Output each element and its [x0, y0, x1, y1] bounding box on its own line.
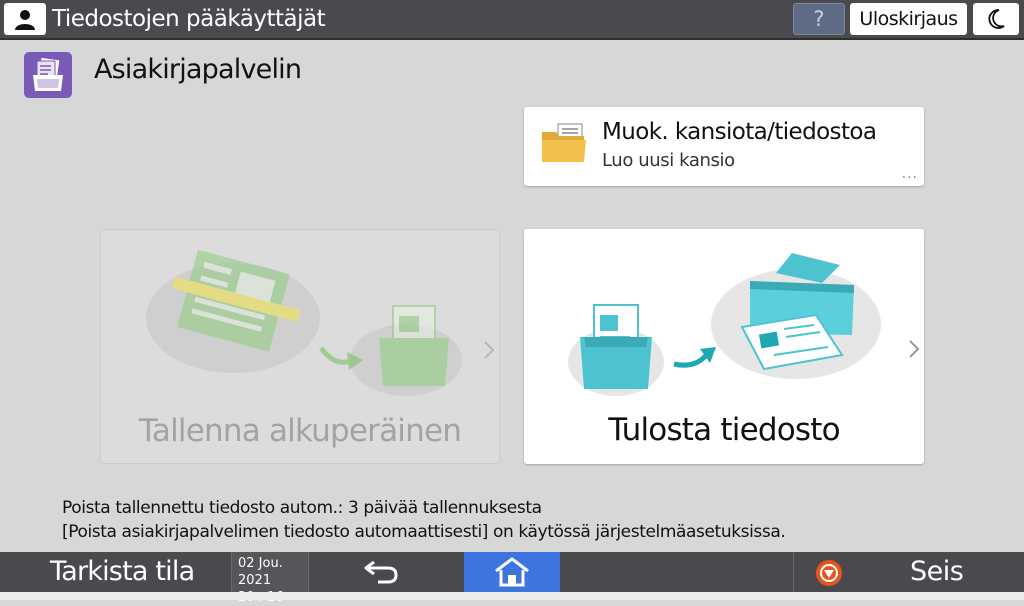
home-button[interactable] — [464, 552, 560, 592]
notice-line-2: [Poista asiakirjapalvelimen tiedosto aut… — [62, 522, 786, 542]
document-stack-icon — [33, 57, 63, 91]
store-original-label: Tallenna alkuperäinen — [138, 413, 462, 449]
print-file-tile[interactable]: Tulosta tiedosto — [524, 229, 924, 464]
chevron-right-icon — [484, 341, 495, 359]
night-mode-button[interactable] — [973, 3, 1019, 35]
store-original-tile[interactable]: Tallenna alkuperäinen — [100, 229, 500, 464]
edit-folder-title: Muok. kansiota/tiedostoa — [602, 119, 877, 145]
date-time-display: 02 Jou. 2021 20 : 16 — [231, 552, 309, 605]
edit-folder-subtitle: Luo uusi kansio — [602, 150, 735, 171]
folder-icon — [542, 123, 586, 162]
chevron-right-icon — [909, 340, 920, 358]
scan-to-storage-illustration — [146, 249, 462, 396]
print-file-label: Tulosta tiedosto — [608, 412, 840, 448]
user-button[interactable] — [4, 3, 46, 35]
edit-folder-file-button[interactable]: Muok. kansiota/tiedostoa Luo uusi kansio… — [524, 107, 924, 186]
more-options-indicator: ... — [901, 166, 918, 182]
help-button[interactable]: ? — [793, 3, 845, 35]
bottom-strip — [0, 592, 1024, 600]
top-bar: Tiedostojen pääkäyttäjät ? Uloskirjaus — [0, 0, 1024, 40]
page-title: Asiakirjapalvelin — [94, 54, 302, 85]
stop-icon[interactable] — [815, 559, 843, 587]
date-text: 02 Jou. 2021 — [238, 556, 283, 588]
notice-line-1: Poista tallennettu tiedosto autom.: 3 pä… — [62, 498, 542, 518]
logout-button[interactable]: Uloskirjaus — [850, 3, 967, 35]
auto-delete-notice: Poista tallennettu tiedosto autom.: 3 pä… — [62, 496, 786, 544]
document-server-app-icon — [24, 52, 72, 98]
logged-in-user-label: Tiedostojen pääkäyttäjät — [52, 6, 326, 32]
stop-button[interactable]: Seis — [910, 552, 964, 592]
moon-icon — [988, 9, 1005, 29]
back-icon[interactable] — [362, 558, 402, 586]
bottom-separator — [793, 552, 794, 592]
storage-to-printer-illustration — [568, 253, 881, 396]
user-icon — [15, 10, 35, 30]
home-icon — [495, 557, 529, 587]
bottom-bar: Tarkista tila 02 Jou. 2021 20 : 16 Seis — [0, 552, 1024, 605]
check-status-button[interactable]: Tarkista tila — [50, 552, 195, 592]
